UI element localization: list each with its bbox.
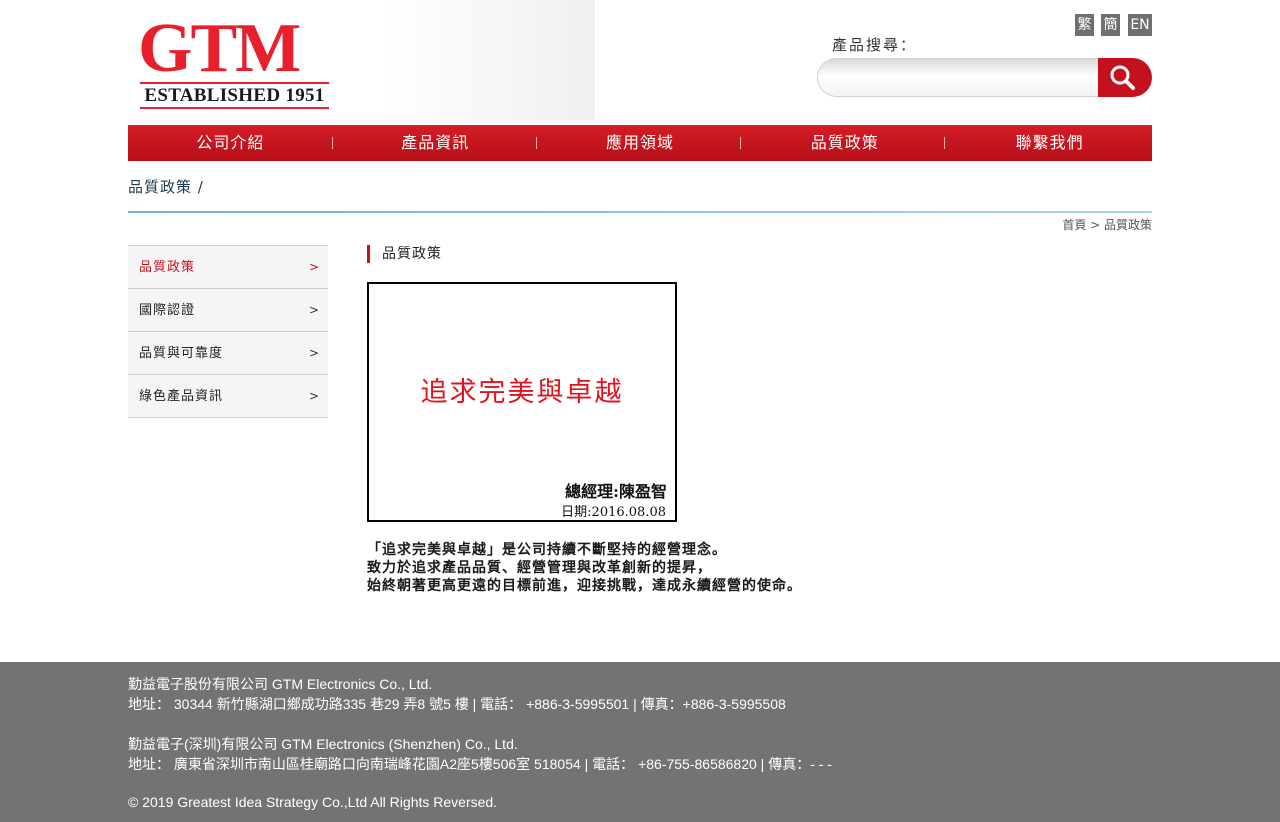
main-nav: 公司介紹 產品資訊 應用領域 品質政策 聯繫我們 <box>128 125 1152 161</box>
logo[interactable]: GTM ESTABLISHED 1951 <box>138 14 332 110</box>
sidebar-item-label: 品質與可靠度 <box>139 346 224 361</box>
footer-company-tw: 勤益電子股份有限公司 GTM Electronics Co., Ltd. <box>128 676 433 692</box>
sidebar-item-quality-policy[interactable]: 品質政策 > <box>128 246 328 289</box>
chevron-right-icon: > <box>308 260 320 274</box>
policy-line: 致力於追求產品品質、經營管理與改革創新的提昇， <box>367 560 712 576</box>
sidebar-item-green-products[interactable]: 綠色產品資訊 > <box>128 375 328 418</box>
footer-address-tw: 地址： 30344 新竹縣湖口鄉成功路335 巷29 弄8 號5 樓 | 電話：… <box>128 696 786 712</box>
title-divider <box>128 211 1152 213</box>
chevron-right-icon: > <box>308 346 320 360</box>
lang-english-button[interactable]: EN <box>1128 14 1152 36</box>
page-title: 品質政策 / <box>128 178 204 196</box>
policy-signature: 總經理:陳盈智 <box>565 482 667 501</box>
footer-copyright: © 2019 Greatest Idea Strategy Co.,Ltd Al… <box>128 794 498 810</box>
chevron-right-icon: > <box>308 303 320 317</box>
breadcrumb[interactable]: 首頁 > 品質政策 <box>1062 216 1152 233</box>
lang-traditional-button[interactable]: 繁 <box>1075 14 1094 36</box>
sidebar-item-label: 國際認證 <box>139 303 196 318</box>
search-button[interactable] <box>1098 58 1152 97</box>
logo-rule-top <box>140 82 329 84</box>
nav-divider <box>944 137 945 149</box>
nav-item-quality[interactable]: 品質政策 <box>742 125 947 161</box>
logo-subtitle: ESTABLISHED 1951 <box>144 85 325 106</box>
policy-card: 追求完美與卓越 總經理:陳盈智 日期:2016.08.08 <box>367 282 677 522</box>
logo-text: GTM <box>138 10 301 87</box>
nav-item-applications[interactable]: 應用領域 <box>538 125 743 161</box>
footer-address-sz: 地址： 廣東省深圳市南山區桂廟路口向南瑞峰花園A2座5樓506室 518054 … <box>128 756 832 772</box>
sidebar-item-label: 品質政策 <box>139 260 196 275</box>
footer-company-sz: 勤益電子(深圳)有限公司 GTM Electronics (Shenzhen) … <box>128 736 518 752</box>
nav-item-about[interactable]: 公司介紹 <box>128 125 333 161</box>
policy-paragraph: 「追求完美與卓越」是公司持續不斷堅持的經營理念。 致力於追求產品品質、經營管理與… <box>367 541 802 595</box>
footer: 勤益電子股份有限公司 GTM Electronics Co., Ltd. 地址：… <box>0 662 1280 822</box>
nav-divider <box>332 137 333 149</box>
search-input[interactable] <box>818 59 1107 96</box>
policy-line: 始終朝著更高更遠的目標前進，迎接挑戰，達成永續經營的使命。 <box>367 578 802 594</box>
policy-date: 日期:2016.08.08 <box>561 505 666 520</box>
nav-divider <box>536 137 537 149</box>
search-label: 產品搜尋： <box>832 36 918 54</box>
sidebar: 品質政策 > 國際認證 > 品質與可靠度 > 綠色產品資訊 > <box>128 245 328 418</box>
nav-divider <box>740 137 741 149</box>
nav-item-products[interactable]: 產品資訊 <box>333 125 538 161</box>
nav-item-contact[interactable]: 聯繫我們 <box>947 125 1152 161</box>
search-icon <box>1110 65 1135 90</box>
sidebar-item-certification[interactable]: 國際認證 > <box>128 289 328 332</box>
content-heading: 品質政策 <box>367 245 442 263</box>
logo-rule-bottom <box>140 107 329 109</box>
policy-slogan: 追求完美與卓越 <box>420 377 624 408</box>
chevron-right-icon: > <box>308 389 320 403</box>
sidebar-item-label: 綠色產品資訊 <box>139 389 224 404</box>
search-box <box>817 58 1107 97</box>
lang-simplified-button[interactable]: 簡 <box>1101 14 1120 36</box>
sidebar-item-reliability[interactable]: 品質與可靠度 > <box>128 332 328 375</box>
policy-line: 「追求完美與卓越」是公司持續不斷堅持的經營理念。 <box>367 542 727 558</box>
